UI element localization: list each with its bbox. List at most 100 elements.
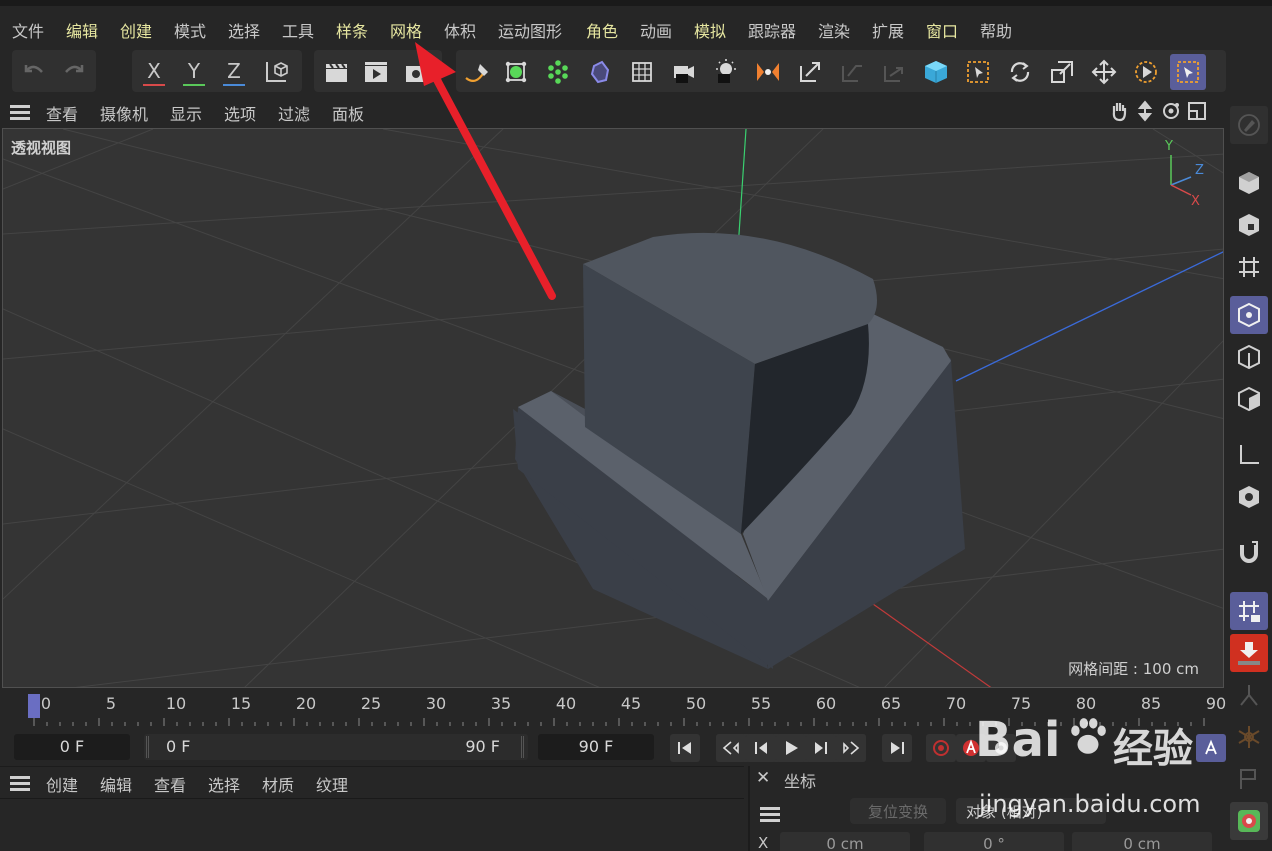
x-position-field[interactable]: 0 cm (780, 832, 910, 851)
range-end-handle[interactable] (521, 736, 524, 758)
material-menu-item-0[interactable]: 创建 (46, 772, 78, 796)
menu-item-12[interactable]: 模拟 (694, 18, 726, 42)
rotate-button[interactable] (1002, 54, 1038, 90)
render-view-button[interactable] (318, 54, 354, 90)
texture-mode-button[interactable] (1230, 206, 1268, 244)
redo-button[interactable] (56, 54, 92, 90)
light-button[interactable] (708, 54, 744, 90)
menu-item-14[interactable]: 渲染 (818, 18, 850, 42)
menu-item-8[interactable]: 体积 (444, 18, 476, 42)
cloner-button[interactable] (540, 54, 576, 90)
edges-mode-button[interactable] (1230, 338, 1268, 376)
menu-item-2[interactable]: 创建 (120, 18, 152, 42)
live-selection-button[interactable] (960, 54, 996, 90)
flag-button[interactable] (1230, 760, 1268, 798)
viewport-menu-item-3[interactable]: 选项 (224, 101, 256, 125)
menu-item-3[interactable]: 模式 (174, 18, 206, 42)
maximize-view-icon[interactable] (1186, 100, 1208, 122)
material-menu-item-2[interactable]: 查看 (154, 772, 186, 796)
lock-workplane-button[interactable] (1230, 592, 1268, 630)
snowflake-button[interactable] (1230, 718, 1268, 756)
move-button[interactable] (1086, 54, 1122, 90)
goto-end-button[interactable] (882, 734, 912, 762)
y-axis-button[interactable]: Y (176, 54, 212, 90)
disabled-axis-button-2[interactable] (876, 54, 912, 90)
preview-range-slider[interactable]: 0 F 90 F (144, 734, 528, 760)
perspective-viewport[interactable]: 透视视图 Y Z X 网格间距 : 100 cm (2, 128, 1224, 688)
material-menu-item-1[interactable]: 编辑 (100, 772, 132, 796)
end-frame-field[interactable]: 90 F (538, 734, 654, 760)
viewport-menu-icon[interactable] (10, 102, 30, 123)
x-size-field[interactable]: 0 cm (1072, 832, 1212, 851)
orbit-icon[interactable] (1160, 100, 1182, 122)
rectangle-selection-button[interactable] (1170, 54, 1206, 90)
goto-start-button[interactable] (670, 734, 700, 762)
reset-transform-button[interactable]: 复位变换 (850, 798, 946, 824)
menu-item-7[interactable]: 网格 (390, 18, 422, 42)
menu-item-4[interactable]: 选择 (228, 18, 260, 42)
workplane-button[interactable] (1230, 248, 1268, 286)
menu-item-11[interactable]: 动画 (640, 18, 672, 42)
material-menu-item-4[interactable]: 材质 (262, 772, 294, 796)
next-key-button[interactable] (836, 734, 866, 762)
edit-mode-button[interactable] (1230, 106, 1268, 144)
select-play-button[interactable] (1128, 54, 1164, 90)
material-menu-item-3[interactable]: 选择 (208, 772, 240, 796)
cube-primitive-button[interactable] (918, 54, 954, 90)
x-axis-button[interactable]: X (136, 54, 172, 90)
spline-pen-button[interactable] (458, 54, 494, 90)
menu-item-17[interactable]: 帮助 (980, 18, 1012, 42)
floor-button[interactable] (624, 54, 660, 90)
menu-item-16[interactable]: 窗口 (926, 18, 958, 42)
render-picture-viewer-button[interactable] (358, 54, 394, 90)
record-button[interactable] (926, 734, 956, 762)
dolly-arrow-icon[interactable] (1134, 100, 1156, 122)
disabled-axis-button[interactable] (834, 54, 870, 90)
deformer-button[interactable] (582, 54, 618, 90)
menu-item-9[interactable]: 运动图形 (498, 18, 562, 42)
camera-button[interactable] (666, 54, 702, 90)
current-frame-field[interactable]: 0 F (14, 734, 130, 760)
menu-item-6[interactable]: 样条 (336, 18, 368, 42)
prev-frame-button[interactable] (746, 734, 776, 762)
mesh-object[interactable] (513, 232, 965, 669)
menu-item-13[interactable]: 跟踪器 (748, 18, 796, 42)
scale-arrow-button[interactable] (792, 54, 828, 90)
scale-tool-alt-button[interactable] (750, 54, 786, 90)
menu-item-15[interactable]: 扩展 (872, 18, 904, 42)
snap-magnet-button[interactable] (1230, 534, 1268, 572)
viewport-menu-item-4[interactable]: 过滤 (278, 101, 310, 125)
symmetry-button[interactable] (1230, 676, 1268, 714)
undo-button[interactable] (16, 54, 52, 90)
coordinate-system-button[interactable] (258, 54, 294, 90)
render-settings-button[interactable] (398, 54, 434, 90)
material-menu-icon[interactable] (10, 773, 30, 794)
next-frame-button[interactable] (806, 734, 836, 762)
pan-hand-icon[interactable] (1108, 100, 1130, 122)
prev-key-button[interactable] (716, 734, 746, 762)
viewport-menu-item-5[interactable]: 面板 (332, 101, 364, 125)
material-panel-body[interactable] (0, 798, 744, 851)
viewport-menu-item-0[interactable]: 查看 (46, 101, 78, 125)
axis-mode-button[interactable] (1230, 436, 1268, 474)
menu-item-5[interactable]: 工具 (282, 18, 314, 42)
coord-menu-icon[interactable] (760, 804, 780, 825)
playhead[interactable] (28, 694, 40, 718)
range-start-handle[interactable] (146, 736, 149, 758)
menu-item-0[interactable]: 文件 (12, 18, 44, 42)
viewport-menu-item-1[interactable]: 摄像机 (100, 101, 148, 125)
model-mode-button[interactable] (1230, 164, 1268, 202)
plugin-button[interactable] (1230, 802, 1268, 840)
viewport-menu-item-2[interactable]: 显示 (170, 101, 202, 125)
material-menu-item-5[interactable]: 纹理 (316, 772, 348, 796)
floor-drop-button[interactable] (1230, 634, 1268, 672)
x-rotation-field[interactable]: 0 ° (924, 832, 1064, 851)
cube-object-button[interactable] (498, 54, 534, 90)
scale-button[interactable] (1044, 54, 1080, 90)
menu-item-1[interactable]: 编辑 (66, 18, 98, 42)
play-button[interactable] (776, 734, 806, 762)
menu-item-10[interactable]: 角色 (586, 18, 618, 42)
polygons-mode-button[interactable] (1230, 380, 1268, 418)
solo-mode-button[interactable] (1230, 478, 1268, 516)
points-mode-button[interactable] (1230, 296, 1268, 334)
